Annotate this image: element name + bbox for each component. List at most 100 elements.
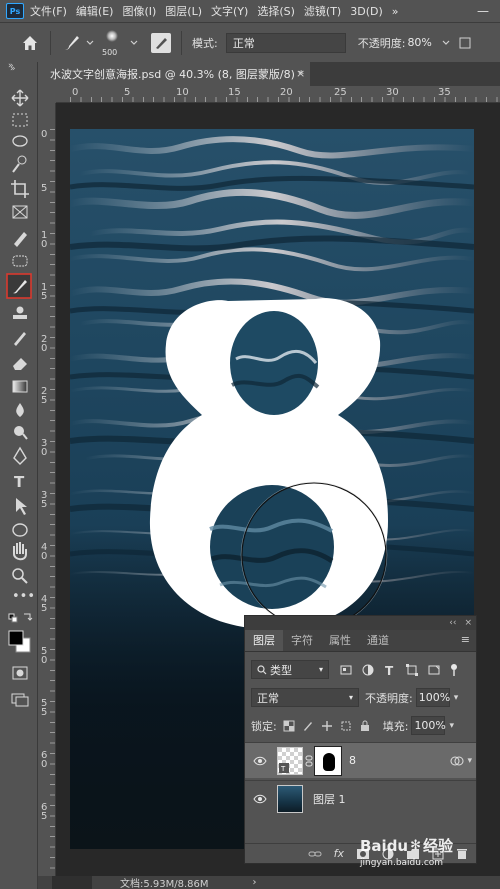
fill-value: 100% bbox=[414, 719, 446, 732]
delete-layer-icon[interactable] bbox=[456, 848, 468, 860]
menu-select[interactable]: 选择(S) bbox=[257, 3, 295, 19]
eraser-tool-icon[interactable] bbox=[13, 358, 27, 370]
filter-smart-object-icon[interactable] bbox=[427, 663, 441, 677]
menu-3d[interactable]: 3D(D) bbox=[350, 5, 383, 18]
dodge-tool-icon[interactable] bbox=[14, 426, 28, 440]
quick-mask-icon[interactable] bbox=[12, 666, 28, 680]
vertical-ruler[interactable]: 0 5 1 0 1 5 2 0 2 5 3 0 3 5 4 0 4 5 5 0 … bbox=[38, 103, 56, 876]
number-eight-shape: 8 bbox=[149, 298, 388, 630]
minimize-icon: — bbox=[477, 4, 489, 18]
menu-filter[interactable]: 滤镜(T) bbox=[304, 3, 341, 19]
home-button[interactable] bbox=[20, 33, 40, 53]
brush-size-picker[interactable]: 500 bbox=[99, 28, 125, 58]
visibility-eye-icon[interactable] bbox=[253, 794, 267, 804]
layer-opacity-input[interactable]: 100% bbox=[415, 688, 450, 707]
visibility-eye-icon[interactable] bbox=[253, 756, 267, 766]
filter-pixel-icon[interactable] bbox=[339, 663, 353, 677]
panel-collapse-icon[interactable]: » bbox=[8, 61, 14, 71]
status-menu-arrow[interactable]: › bbox=[253, 877, 257, 888]
tab-label: 属性 bbox=[329, 634, 351, 647]
blend-mode-select[interactable]: 正常 ▾ bbox=[251, 688, 359, 707]
panel-close-button[interactable]: × bbox=[464, 618, 472, 628]
fill-input[interactable]: 100% bbox=[411, 716, 446, 735]
lasso-tool-icon[interactable] bbox=[12, 135, 28, 147]
chevron-down-icon[interactable] bbox=[129, 38, 139, 48]
history-brush-tool-icon[interactable] bbox=[14, 332, 26, 346]
zoom-tool-icon[interactable] bbox=[12, 568, 28, 584]
more-tools-icon[interactable]: ••• bbox=[12, 589, 35, 604]
opacity-input[interactable]: 80% bbox=[405, 33, 441, 53]
layer-mask-thumbnail[interactable] bbox=[314, 745, 342, 776]
watermark-url: jingyan.baidu.com bbox=[360, 858, 444, 868]
lock-image-pixels-icon[interactable] bbox=[302, 720, 314, 732]
tab-character[interactable]: 字符 bbox=[283, 630, 321, 651]
pen-tool-icon[interactable] bbox=[13, 446, 27, 465]
panel-collapse-button[interactable]: ‹‹ bbox=[449, 618, 456, 628]
lock-artboard-icon[interactable] bbox=[340, 720, 352, 732]
zoom-field[interactable] bbox=[52, 876, 92, 889]
close-tab-icon[interactable]: × bbox=[296, 67, 305, 80]
marquee-tool-icon[interactable] bbox=[12, 113, 28, 127]
mask-link-icon[interactable] bbox=[305, 755, 313, 767]
quick-selection-tool-icon[interactable] bbox=[12, 155, 27, 173]
clone-stamp-tool-icon[interactable] bbox=[13, 306, 27, 320]
swap-colors-icon[interactable] bbox=[24, 613, 33, 621]
layer-effects-icon[interactable] bbox=[449, 755, 465, 767]
lock-transparent-pixels-icon[interactable] bbox=[283, 720, 295, 732]
mode-select[interactable]: 正常 bbox=[225, 32, 346, 53]
path-selection-tool-icon[interactable] bbox=[16, 498, 27, 515]
screen-mode-icon[interactable] bbox=[11, 693, 29, 707]
panel-menu-icon[interactable]: ≡ bbox=[461, 633, 470, 646]
crop-tool-icon[interactable] bbox=[11, 180, 29, 198]
blur-tool-icon[interactable] bbox=[16, 403, 24, 417]
filter-type-icon[interactable]: T bbox=[383, 663, 397, 677]
layer-thumbnail[interactable]: T bbox=[277, 746, 303, 775]
menu-file[interactable]: 文件(F) bbox=[30, 3, 67, 19]
foreground-color-swatch[interactable] bbox=[8, 630, 24, 646]
brush-settings-button[interactable] bbox=[151, 32, 171, 53]
ellipse-tool-icon[interactable] bbox=[12, 523, 28, 537]
eyedropper-tool-icon[interactable] bbox=[14, 232, 27, 247]
ruler-label: 5 5 bbox=[41, 698, 48, 718]
horizontal-ruler[interactable]: 0 5 10 15 20 25 30 35 bbox=[56, 86, 500, 103]
add-layer-style-icon[interactable]: fx bbox=[334, 847, 344, 860]
layer-name[interactable]: 8 bbox=[349, 754, 356, 767]
frame-tool-icon[interactable] bbox=[12, 205, 28, 219]
menu-type[interactable]: 文字(Y) bbox=[211, 3, 248, 19]
lock-all-icon[interactable] bbox=[359, 720, 371, 732]
chevron-down-icon[interactable]: ▾ bbox=[454, 693, 459, 703]
link-layers-icon[interactable] bbox=[308, 849, 322, 859]
move-tool-icon[interactable] bbox=[11, 89, 29, 107]
spot-healing-tool-icon[interactable] bbox=[12, 255, 28, 267]
chevron-down-icon[interactable] bbox=[85, 38, 95, 48]
menu-more[interactable]: » bbox=[392, 5, 399, 18]
filter-kind-select[interactable]: 类型 ▾ bbox=[251, 660, 329, 679]
filter-adjustment-icon[interactable] bbox=[361, 663, 375, 677]
opacity-value: 80% bbox=[407, 36, 432, 49]
menu-layer[interactable]: 图层(L) bbox=[165, 3, 202, 19]
tab-channels[interactable]: 通道 bbox=[359, 630, 397, 651]
minimize-button[interactable]: — bbox=[472, 0, 494, 22]
hand-tool-icon[interactable] bbox=[13, 542, 27, 561]
chevron-down-icon[interactable]: ▾ bbox=[467, 756, 472, 766]
document-tab[interactable]: 水波文字创意海报.psd @ 40.3% (8, 图层蒙版/8) * bbox=[38, 62, 310, 86]
menu-image[interactable]: 图像(I) bbox=[122, 3, 156, 19]
brush-tool-preset-icon[interactable] bbox=[61, 32, 83, 54]
layer-thumbnail[interactable] bbox=[277, 784, 303, 813]
layer-row[interactable]: T 8 ▾ bbox=[245, 742, 476, 778]
filter-shape-icon[interactable] bbox=[405, 663, 419, 677]
chevron-down-icon[interactable]: ▾ bbox=[449, 721, 454, 731]
gradient-tool-icon[interactable] bbox=[12, 380, 28, 393]
lock-position-icon[interactable] bbox=[321, 720, 333, 732]
pressure-opacity-icon[interactable] bbox=[457, 35, 473, 51]
chevron-down-icon[interactable] bbox=[441, 38, 451, 48]
type-tool-icon[interactable]: T bbox=[14, 473, 25, 491]
layer-name[interactable]: 图层 1 bbox=[313, 791, 346, 807]
tab-layers[interactable]: 图层 bbox=[245, 630, 283, 651]
layer-row[interactable]: 图层 1 bbox=[245, 780, 476, 816]
tab-properties[interactable]: 属性 bbox=[321, 630, 359, 651]
menu-edit[interactable]: 编辑(E) bbox=[76, 3, 114, 19]
ruler-origin[interactable] bbox=[38, 86, 56, 103]
default-colors-icon[interactable] bbox=[8, 613, 18, 623]
filter-toggle-icon[interactable] bbox=[449, 663, 459, 677]
